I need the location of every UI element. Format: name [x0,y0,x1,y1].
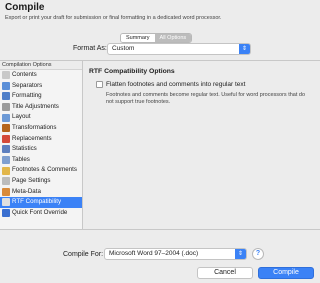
select-arrows-icon: ⇕ [239,44,250,54]
rtf-compatibility-icon [2,198,10,207]
sidebar-item[interactable]: Quick Font Override [0,208,82,219]
contents-icon [2,71,10,80]
transformations-icon [2,124,10,133]
sidebar-item[interactable]: Separators [0,81,82,92]
sidebar-item[interactable]: Tables [0,155,82,166]
footnotes-icon [2,166,10,175]
sidebar-item[interactable]: Formatting [0,91,82,102]
sidebar-item[interactable]: Contents [0,70,82,81]
compile-for-label: Compile For: [63,251,104,258]
tab-summary[interactable]: Summary [121,34,155,42]
format-as-select[interactable]: Custom ⇕ [107,43,251,55]
layout-icon [2,113,10,122]
metadata-icon [2,187,10,196]
compile-dialog: Compile Export or print your draft for s… [0,0,320,283]
sidebar-item[interactable]: Statistics [0,144,82,155]
pane-title: RTF Compatibility Options [89,68,175,75]
tab-all-options[interactable]: All Options [154,34,192,42]
flatten-footnotes-description: Footnotes and comments become regular te… [106,92,306,105]
sidebar-item-label: Transformations [12,123,57,131]
sidebar-header: Compilation Options [0,61,82,70]
compile-for-value: Microsoft Word 97–2004 (.doc) [109,250,199,257]
sidebar-item-label: RTF Compatibility [12,198,62,206]
sidebar-item-label: Replacements [12,134,52,142]
separators-icon [2,81,10,90]
sidebar-item[interactable]: RTF Compatibility [0,197,82,208]
sidebar-item[interactable]: Footnotes & Comments [0,165,82,176]
dialog-title: Compile [5,2,45,13]
sidebar-item-label: Tables [12,155,30,163]
select-arrows-icon: ⇕ [235,249,246,259]
sidebar-item-label: Footnotes & Comments [12,166,77,174]
compile-for-select[interactable]: Microsoft Word 97–2004 (.doc) ⇕ [104,248,247,260]
sidebar-item-label: Formatting [12,92,42,100]
compile-button[interactable]: Compile [258,267,314,279]
sidebar-item-label: Statistics [12,145,37,153]
sidebar-item[interactable]: Meta-Data [0,187,82,198]
sidebar-item-label: Title Adjustments [12,102,59,110]
sidebar-item-label: Layout [12,113,31,121]
sidebar-item[interactable]: Layout [0,112,82,123]
sidebar-item[interactable]: Replacements [0,134,82,145]
formatting-icon [2,92,10,101]
sidebar-item-label: Contents [12,71,37,78]
options-panel: Compilation Options Contents Separators Fo… [0,60,320,230]
font-override-icon [2,209,10,218]
sidebar-item[interactable]: Transformations [0,123,82,134]
tables-icon [2,156,10,165]
sidebar-item-label: Meta-Data [12,187,41,195]
help-button[interactable]: ? [252,248,264,260]
flatten-footnotes-label[interactable]: Flatten footnotes and comments into regu… [106,81,245,88]
format-as-label: Format As: [73,45,107,52]
statistics-icon [2,145,10,154]
sidebar-item[interactable]: Page Settings [0,176,82,187]
cancel-button[interactable]: Cancel [197,267,253,279]
rtf-options-pane: RTF Compatibility Options Flatten footno… [84,61,320,229]
sidebar-list: Contents Separators Formatting Title Adjust… [0,70,82,218]
replacements-icon [2,134,10,143]
sidebar-item-label: Separators [12,81,43,89]
dialog-subtitle: Export or print your draft for submissio… [5,15,222,21]
sidebar-item-label: Page Settings [12,176,51,184]
sidebar-item[interactable]: Title Adjustments [0,102,82,113]
compilation-options-sidebar: Compilation Options Contents Separators Fo… [0,61,83,229]
title-adjustments-icon [2,103,10,112]
flatten-footnotes-checkbox[interactable] [96,81,103,88]
format-as-value: Custom [112,45,135,52]
page-settings-icon [2,177,10,186]
options-tabs: Summary All Options [120,33,193,43]
sidebar-item-label: Quick Font Override [12,208,68,216]
